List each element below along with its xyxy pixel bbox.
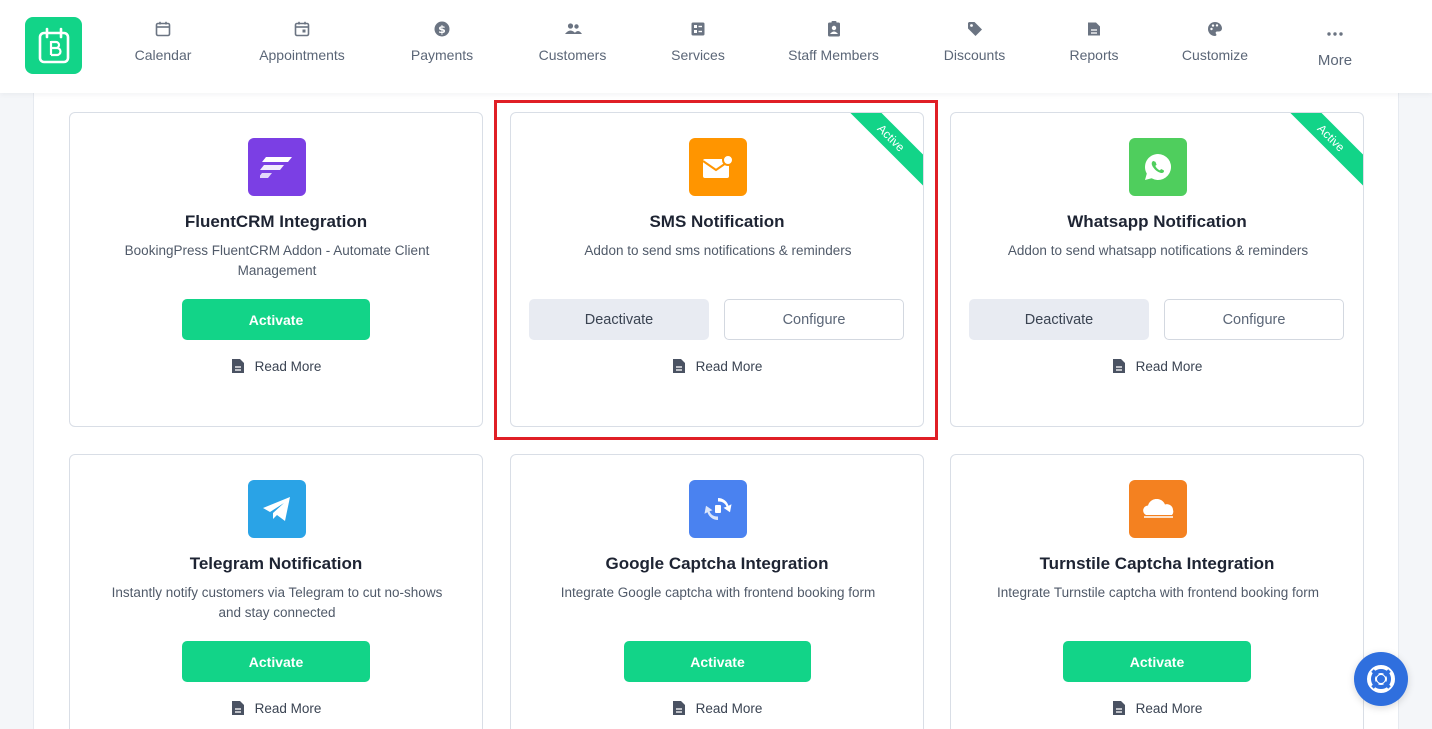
telegram-icon [248, 480, 306, 538]
services-icon [689, 20, 707, 38]
top-navigation: Calendar Appointments $ Payments Custome… [0, 0, 1432, 93]
addon-title: Google Captcha Integration [605, 554, 829, 573]
read-more-label: Read More [254, 700, 322, 716]
nav-label: Reports [1069, 47, 1119, 63]
addon-card-whatsapp-notification: Active Whatsapp Notification Addon to se… [950, 112, 1364, 427]
activate-button[interactable]: Activate [624, 641, 811, 682]
addon-description: Instantly notify customers via Telegram … [111, 585, 443, 620]
document-icon [231, 700, 245, 716]
dollar-circle-icon: $ [433, 20, 451, 38]
deactivate-button[interactable]: Deactivate [529, 299, 709, 340]
nav-label: Services [671, 47, 725, 63]
nav-customize[interactable]: Customize [1181, 20, 1249, 70]
active-ribbon: Active [848, 113, 923, 188]
addon-description: Addon to send sms notifications & remind… [584, 243, 852, 258]
addon-title: Telegram Notification [189, 554, 363, 573]
read-more-label: Read More [1135, 700, 1203, 716]
read-more-link[interactable]: Read More [951, 700, 1363, 716]
addon-card-telegram-notification: Telegram Notification Instantly notify c… [69, 454, 483, 729]
read-more-label: Read More [695, 700, 763, 716]
read-more-link[interactable]: Read More [951, 358, 1363, 374]
addon-card-turnstile-captcha: Turnstile Captcha Integration Integrate … [950, 454, 1364, 729]
nav-label: Customize [1181, 47, 1249, 63]
read-more-link[interactable]: Read More [70, 358, 482, 374]
activate-button[interactable]: Activate [1063, 641, 1251, 682]
nav-label: More [1317, 52, 1353, 69]
addon-card-fluentcrm: FluentCRM Integration BookingPress Fluen… [69, 112, 483, 427]
deactivate-button[interactable]: Deactivate [969, 299, 1149, 340]
nav-label: Staff Members [788, 47, 879, 63]
nav-payments[interactable]: $ Payments [410, 20, 474, 70]
nav-label: Calendar [134, 47, 192, 63]
nav-appointments[interactable]: Appointments [256, 20, 348, 70]
sms-mail-icon [689, 138, 747, 196]
addon-card-sms-notification: Active SMS Notification Addon to send sm… [510, 112, 924, 427]
addon-description: Integrate Turnstile captcha with fronten… [997, 585, 1319, 600]
whatsapp-icon [1129, 138, 1187, 196]
read-more-label: Read More [695, 358, 763, 374]
read-more-link[interactable]: Read More [511, 358, 923, 374]
addon-description: BookingPress FluentCRM Addon - Automate … [124, 243, 430, 278]
nav-label: Payments [410, 47, 474, 63]
calendar-icon [154, 20, 172, 38]
document-icon [231, 358, 245, 374]
activate-button[interactable]: Activate [182, 299, 370, 340]
addon-description: Addon to send whatsapp notifications & r… [1007, 243, 1309, 258]
read-more-link[interactable]: Read More [511, 700, 923, 716]
more-dots-icon [1326, 25, 1344, 43]
nav-calendar[interactable]: Calendar [133, 20, 193, 70]
cloudflare-icon [1129, 480, 1187, 538]
staff-badge-icon [825, 20, 843, 38]
addon-card-google-captcha: Google Captcha Integration Integrate Goo… [510, 454, 924, 729]
nav-more[interactable]: More [1317, 20, 1353, 70]
lifebuoy-icon [1367, 665, 1395, 693]
document-icon [1112, 358, 1126, 374]
document-icon [672, 700, 686, 716]
palette-icon [1206, 20, 1224, 38]
document-icon [1112, 700, 1126, 716]
nav-discounts[interactable]: Discounts [943, 20, 1006, 70]
addon-description: Integrate Google captcha with frontend b… [560, 585, 876, 600]
document-icon [672, 358, 686, 374]
activate-button[interactable]: Activate [182, 641, 370, 682]
tag-icon [966, 20, 984, 38]
active-ribbon: Active [1288, 113, 1363, 188]
report-icon [1085, 20, 1103, 38]
nav-staff-members[interactable]: Staff Members [787, 20, 880, 70]
customers-icon [564, 20, 582, 38]
nav-services[interactable]: Services [671, 20, 725, 70]
nav-label: Discounts [943, 47, 1006, 63]
help-button[interactable] [1354, 652, 1408, 706]
appointments-icon [293, 20, 311, 38]
bookingpress-logo[interactable] [25, 17, 82, 74]
nav-label: Customers [538, 47, 607, 63]
addon-title: Turnstile Captcha Integration [1039, 554, 1275, 573]
read-more-link[interactable]: Read More [70, 700, 482, 716]
nav-reports[interactable]: Reports [1069, 20, 1119, 70]
read-more-label: Read More [254, 358, 322, 374]
read-more-label: Read More [1135, 358, 1203, 374]
fluentcrm-icon [248, 138, 306, 196]
addon-title: FluentCRM Integration [184, 212, 368, 231]
active-ribbon-label: Active [848, 113, 923, 188]
recaptcha-icon [689, 480, 747, 538]
nav-label: Appointments [259, 47, 345, 63]
addon-title: SMS Notification [649, 212, 785, 231]
configure-button[interactable]: Configure [724, 299, 904, 340]
configure-button[interactable]: Configure [1164, 299, 1344, 340]
nav-customers[interactable]: Customers [537, 20, 608, 70]
addon-title: Whatsapp Notification [1067, 212, 1247, 231]
active-ribbon-label: Active [1288, 113, 1363, 188]
logo-icon [38, 27, 69, 63]
svg-text:$: $ [438, 23, 446, 36]
